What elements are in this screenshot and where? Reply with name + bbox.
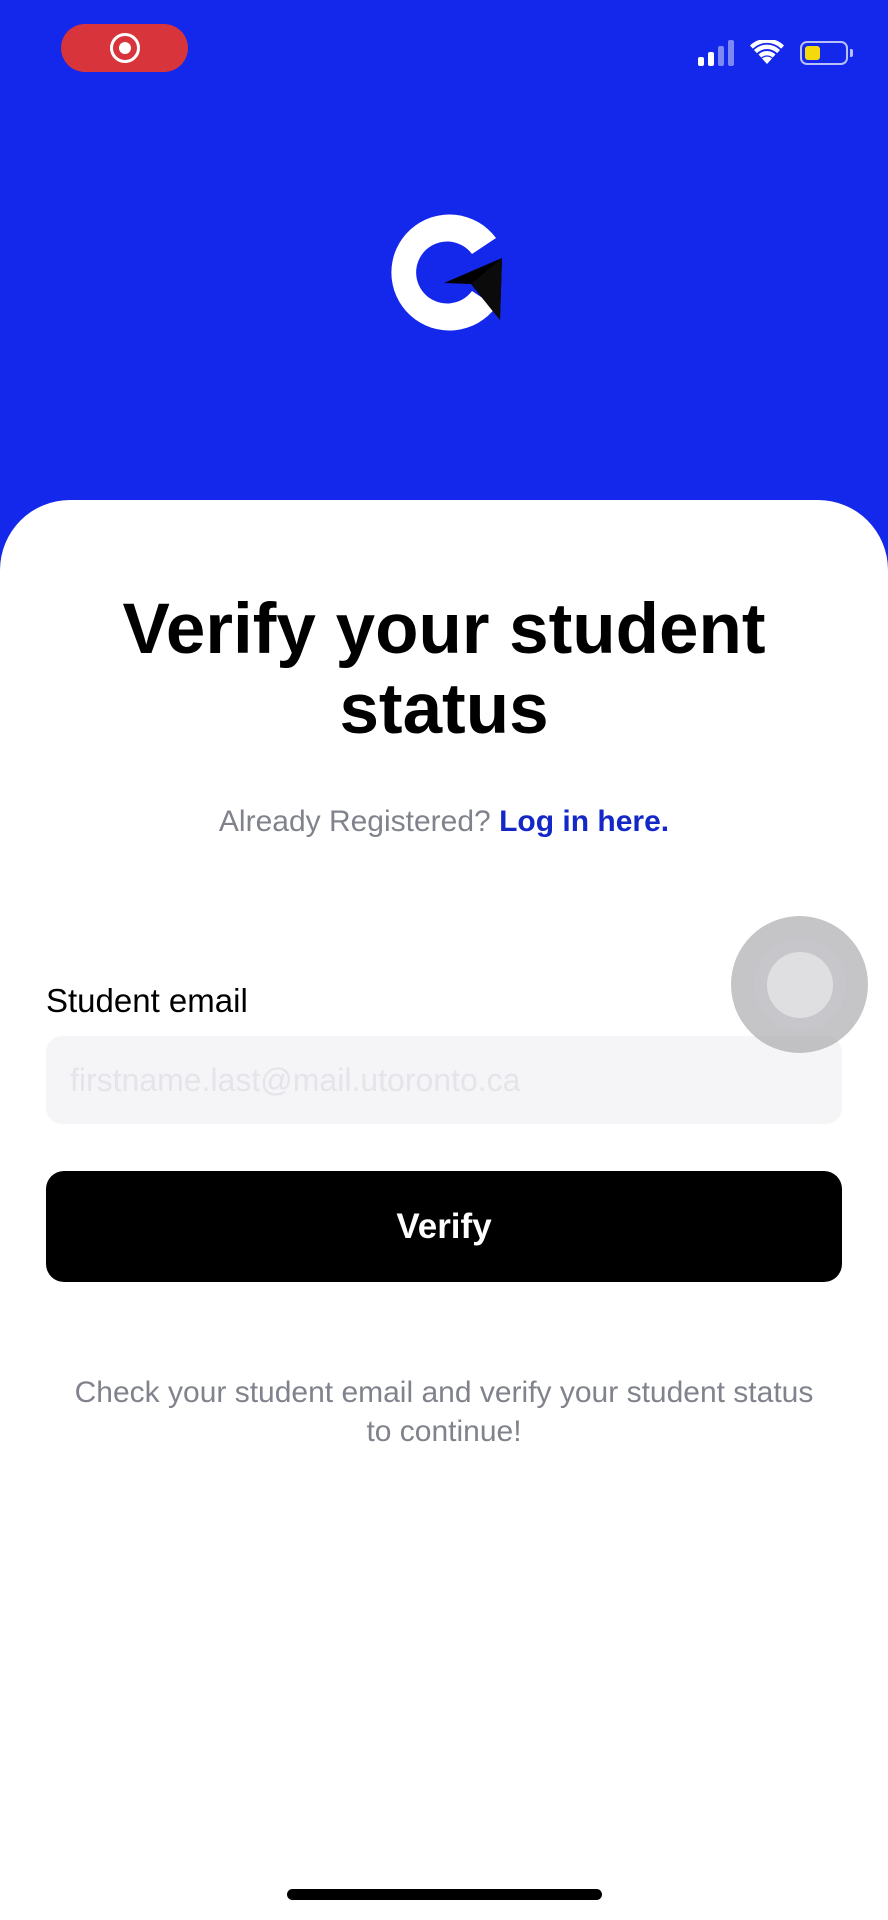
home-indicator[interactable] [287, 1889, 602, 1900]
student-email-label: Student email [46, 982, 248, 1019]
page-title: Verify your student status [122, 590, 766, 749]
verify-button[interactable]: Verify [46, 1171, 842, 1282]
screen-recording-icon [109, 33, 140, 63]
login-prompt-text: Already Registered? [218, 805, 491, 838]
screen-recording-indicator[interactable] [61, 24, 188, 72]
verification-hint: Check your student email and verify your… [74, 1376, 814, 1448]
screen: Verify your student status Already Regis… [0, 0, 888, 1920]
battery-fill [805, 46, 821, 60]
battery-icon [800, 41, 853, 65]
student-email-input[interactable] [46, 1036, 842, 1124]
wifi-icon [750, 40, 784, 64]
cellular-signal-icon [698, 40, 734, 66]
login-prompt-line: Already Registered? Log in here. [0, 805, 888, 839]
status-icons [698, 40, 853, 66]
touch-indicator [731, 916, 868, 1053]
login-link[interactable]: Log in here. [499, 805, 669, 838]
c-arrow-logo-icon [391, 214, 502, 331]
